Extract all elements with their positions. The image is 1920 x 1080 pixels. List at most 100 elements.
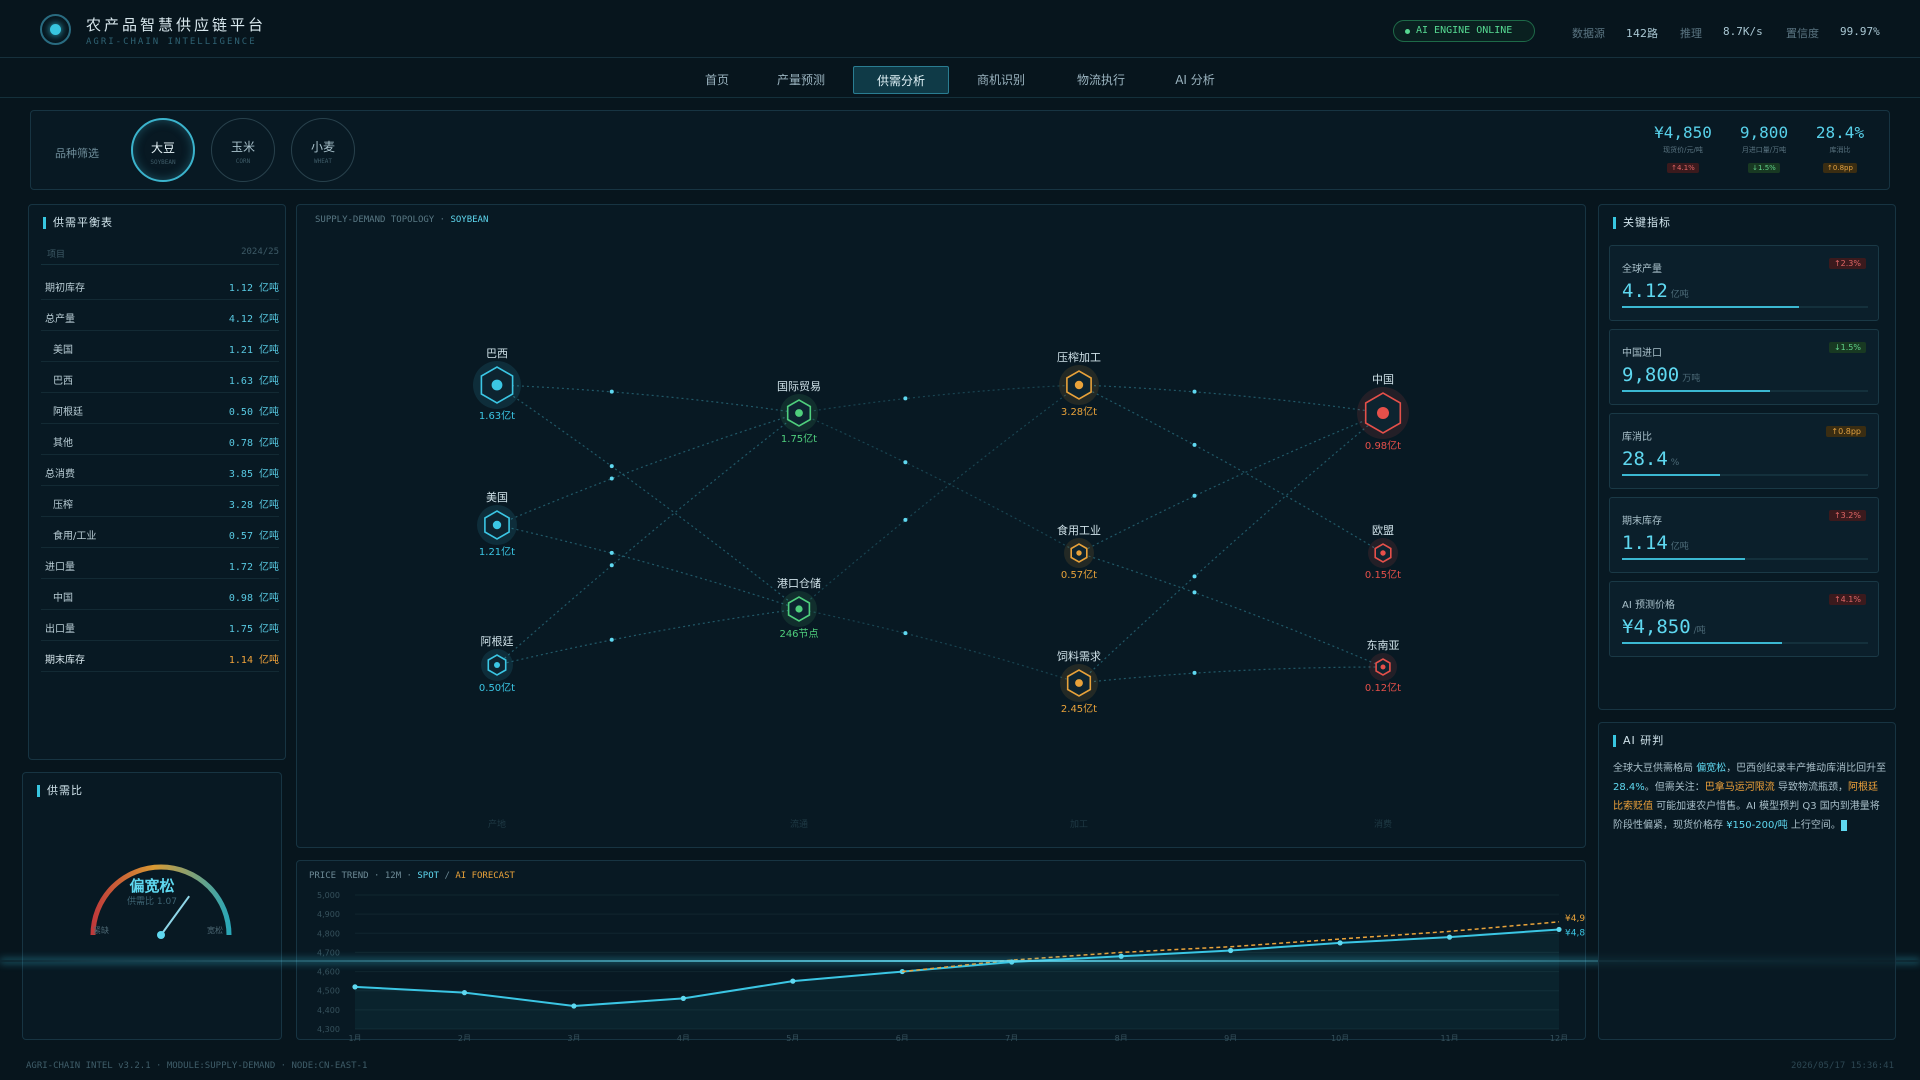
flow-edge: [1078, 666, 1384, 684]
ai-text-segment: 。但需关注：: [1644, 782, 1705, 793]
metric-label: 库消比: [1622, 432, 1652, 443]
ai-judgement-text: 全球大豆供需格局 偏宽松，巴西创纪录丰产推动库消比回升至 28.4%。但需关注：…: [1613, 759, 1887, 835]
node-eu[interactable]: 欧盟 0.15亿t: [1365, 524, 1401, 581]
node-name: 港口仓储: [777, 576, 821, 590]
flow-edge: [496, 524, 800, 610]
variety-en: CORN: [235, 158, 251, 165]
node-port[interactable]: 港口仓储 246节点: [777, 576, 821, 640]
table-header-row: 项目 2024/25: [41, 247, 279, 265]
variety-corn-button[interactable]: 玉米 CORN: [211, 118, 275, 182]
engine-status-badge: AI ENGINE ONLINE: [1393, 20, 1535, 42]
spot-point[interactable]: [790, 978, 796, 984]
row-label: 中国: [53, 593, 73, 604]
ai-text-segment: 导致物流瓶颈，: [1774, 782, 1848, 793]
metric-card[interactable]: 全球产量 ↑2.3% 4.12 亿吨: [1609, 245, 1879, 321]
spot-point[interactable]: [1337, 940, 1343, 946]
panel-title: 关键指标: [1613, 217, 1671, 229]
end-value-label: ¥4,9: [1565, 914, 1585, 924]
ratio-panel: 供需比 偏宽松 供需比 1.07 紧缺 宽松: [22, 772, 282, 1040]
node-value: 2.45亿t: [1061, 702, 1097, 715]
flow-particle: [1192, 493, 1197, 498]
tab-home[interactable]: 首页: [690, 66, 744, 94]
node-core: [1380, 664, 1386, 670]
end-value-label: ¥4,8: [1565, 928, 1585, 938]
stat-value-inference: 8.7K/s: [1723, 25, 1763, 38]
tab-logistics[interactable]: 物流执行: [1062, 66, 1140, 94]
x-tick-label: 8月: [1115, 1034, 1128, 1041]
flow-edge: [798, 608, 1080, 684]
tab-yield-forecast[interactable]: 产量预测: [762, 66, 840, 94]
spot-point[interactable]: [1556, 926, 1562, 933]
spot-point[interactable]: [352, 984, 358, 990]
flow-particle: [609, 476, 614, 481]
top-kpi-label: 库消比: [1829, 146, 1851, 154]
variety-filter-label: 品种筛选: [55, 147, 99, 160]
node-value: 0.15亿t: [1365, 568, 1401, 581]
metric-unit: 亿吨: [1670, 542, 1689, 552]
metric-card[interactable]: 中国进口 ↓1.5% 9,800 万吨: [1609, 329, 1879, 405]
metric-value: 28.4: [1622, 448, 1668, 470]
row-value: 3.28 亿吨: [228, 500, 279, 511]
row-label: 阿根廷: [53, 407, 83, 418]
tab-ai-analysis[interactable]: AI 分析: [1160, 66, 1230, 94]
y-tick-label: 4,600: [317, 968, 340, 977]
flow-particle: [609, 563, 614, 568]
flow-edge: [496, 608, 800, 666]
spot-point[interactable]: [1446, 934, 1453, 940]
node-name: 国际贸易: [777, 380, 821, 393]
column-label: 流通: [790, 818, 808, 830]
metric-bar-fill: [1622, 558, 1745, 560]
y-tick-label: 4,400: [317, 1006, 340, 1015]
spot-point[interactable]: [680, 995, 686, 1001]
metric-bar: [1622, 474, 1868, 476]
tab-supply-demand[interactable]: 供需分析: [853, 66, 949, 94]
node-core: [1075, 679, 1083, 687]
row-value: 1.75 亿吨: [228, 624, 279, 635]
spot-point[interactable]: [461, 990, 468, 996]
node-china[interactable]: 中国 0.98亿t: [1357, 373, 1409, 452]
node-argentina[interactable]: 阿根廷 0.50亿t: [479, 634, 515, 694]
node-food[interactable]: 食用工业 0.57亿t: [1057, 523, 1101, 581]
node-feed[interactable]: 饲料需求 2.45亿t: [1057, 649, 1101, 715]
flow-edge: [1078, 412, 1384, 554]
spot-point[interactable]: [571, 1003, 577, 1009]
variety-name: 大豆: [150, 141, 175, 155]
metric-unit: %: [1670, 458, 1680, 468]
metric-card[interactable]: AI 预测价格 ↑4.1% ¥4,850/吨: [1609, 581, 1879, 657]
metric-card[interactable]: 期末库存 ↑3.2% 1.14 亿吨: [1609, 497, 1879, 573]
table-row: 期末库存 1.14 亿吨: [41, 641, 279, 672]
stat-value-confidence: 99.97%: [1840, 25, 1880, 38]
node-trade[interactable]: 国际贸易 1.75亿t: [777, 380, 821, 445]
spot-point[interactable]: [1228, 947, 1234, 954]
tab-opportunity[interactable]: 商机识别: [962, 66, 1040, 94]
row-label: 巴西: [53, 376, 73, 387]
node-brazil[interactable]: 巴西 1.63亿t: [473, 347, 521, 422]
node-value: 1.21亿t: [479, 545, 515, 558]
flow-particle: [609, 550, 614, 555]
row-value: 4.12 亿吨: [228, 314, 279, 325]
node-crush[interactable]: 压榨加工 3.28亿t: [1057, 350, 1101, 418]
top-kpi-change: ↑4.1%: [1667, 163, 1699, 173]
node-sea[interactable]: 东南亚 0.12亿t: [1365, 639, 1401, 694]
metric-value: 4.12: [1622, 280, 1668, 302]
footer-timestamp: 2026/05/17 15:36:41: [1791, 1061, 1894, 1071]
x-tick-label: 4月: [677, 1034, 690, 1041]
panel-title: AI 研判: [1613, 735, 1664, 747]
variety-wheat-button[interactable]: 小麦 WHEAT: [291, 118, 355, 182]
row-label: 压榨: [53, 500, 73, 511]
y-tick-label: 5,000: [317, 891, 340, 900]
node-value: 0.98亿t: [1365, 439, 1401, 452]
spot-point[interactable]: [1118, 953, 1124, 959]
y-tick-label: 4,500: [317, 987, 340, 996]
flow-particle: [903, 396, 908, 401]
variety-soybean-button[interactable]: 大豆 SOYBEAN: [131, 118, 195, 182]
metric-card[interactable]: 库消比 ↑0.8pp 28.4%: [1609, 413, 1879, 489]
metric-label: 期末库存: [1622, 516, 1662, 527]
row-label: 食用/工业: [53, 531, 97, 542]
key-metrics-panel: 关键指标 全球产量 ↑2.3% 4.12 亿吨 中国进口 ↓1.5% 9,800 万吨库消比 ↑…: [1598, 204, 1896, 710]
node-usa[interactable]: 美国 1.21亿t: [477, 491, 517, 558]
metric-change: ↑0.8pp: [1826, 426, 1866, 437]
column-label: 消费: [1374, 818, 1392, 830]
stat-value-sources: 142路: [1626, 27, 1658, 40]
panel-title: 供需比: [37, 785, 83, 797]
